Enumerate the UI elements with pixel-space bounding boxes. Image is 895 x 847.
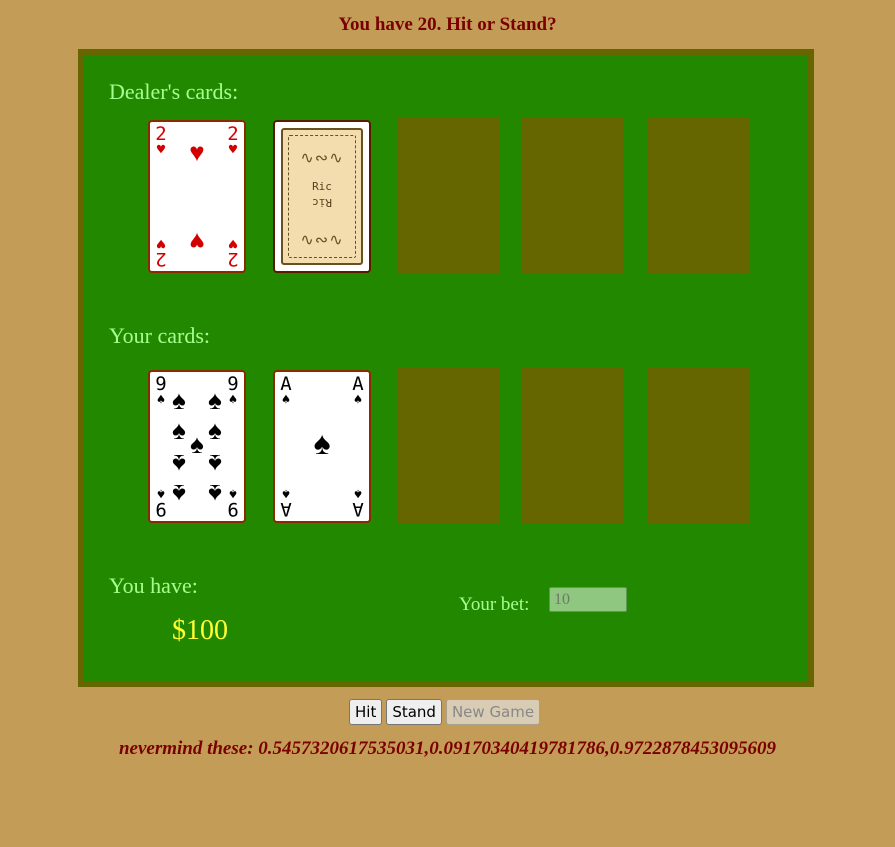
hit-button[interactable]: Hit — [349, 699, 383, 725]
dealer-cards-label: Dealer's cards: — [109, 79, 239, 104]
card-back-pattern: ∿∾∿ Ric Ric ∿∾∿ — [281, 128, 363, 265]
card-corner: A ♠ — [352, 485, 364, 520]
spade-pip-icon: ♠ — [172, 449, 186, 478]
card-corner: 2 ♥ — [155, 235, 167, 270]
action-buttons: Hit Stand New Game — [349, 699, 541, 725]
bankroll-label: You have: — [109, 573, 198, 598]
card-corner: A ♠ — [280, 373, 292, 408]
player-card-1: 9 ♠ 9 ♠ 9 ♠ 9 ♠ ♠ ♠ ♠ ♠ ♠ ♠ ♠ ♠ ♠ — [148, 370, 246, 523]
bankroll-amount: $100 — [172, 615, 228, 646]
card-corner: A ♠ — [352, 373, 364, 408]
new-game-button[interactable]: New Game — [445, 699, 541, 725]
card-corner: 2 ♥ — [227, 123, 239, 158]
card-corner: 2 ♥ — [155, 123, 167, 158]
heart-pip-icon: ♥ — [189, 227, 205, 256]
spade-pip-icon: ♠ — [208, 386, 222, 415]
spade-pip-icon: ♠ — [208, 479, 222, 508]
swirl-ornament-icon: ∿∾∿ — [300, 232, 344, 249]
card-back-logo: Ric — [312, 180, 332, 193]
player-empty-slot-4 — [522, 368, 624, 524]
spade-pip-icon: ♠ — [313, 425, 331, 461]
dealer-card-1: 2 ♥ 2 ♥ 2 ♥ 2 ♥ ♥ ♥ — [148, 120, 246, 273]
blackjack-table: Dealer's cards: 2 ♥ 2 ♥ 2 ♥ 2 ♥ ♥ ♥ ∿∾∿ Ric … — [78, 49, 814, 687]
card-back-logo: Ric — [312, 196, 332, 209]
stand-button[interactable]: Stand — [386, 699, 442, 725]
spade-pip-icon: ♠ — [172, 479, 186, 508]
player-empty-slot-3 — [397, 368, 499, 524]
dealer-empty-slot-5 — [647, 118, 749, 274]
swirl-ornament-icon: ∿∾∿ — [300, 150, 344, 167]
spade-pip-icon: ♠ — [208, 449, 222, 478]
bet-label: Your bet: — [459, 594, 530, 615]
dealer-card-2-facedown: ∿∾∿ Ric Ric ∿∾∿ — [273, 120, 371, 273]
spade-pip-icon: ♠ — [172, 386, 186, 415]
bet-input[interactable] — [549, 587, 627, 612]
player-card-2: A ♠ A ♠ A ♠ A ♠ ♠ — [273, 370, 371, 523]
player-cards-label: Your cards: — [109, 323, 211, 348]
dealer-empty-slot-3 — [397, 118, 499, 274]
card-corner: A ♠ — [280, 485, 292, 520]
heart-pip-icon: ♥ — [189, 138, 205, 167]
dealer-empty-slot-4 — [522, 118, 624, 274]
footer-text: nevermind these: 0.5457320617535031,0.09… — [118, 738, 777, 759]
player-empty-slot-5 — [647, 368, 749, 524]
card-corner: 2 ♥ — [227, 235, 239, 270]
status-message: You have 20. Hit or Stand? — [338, 14, 557, 35]
